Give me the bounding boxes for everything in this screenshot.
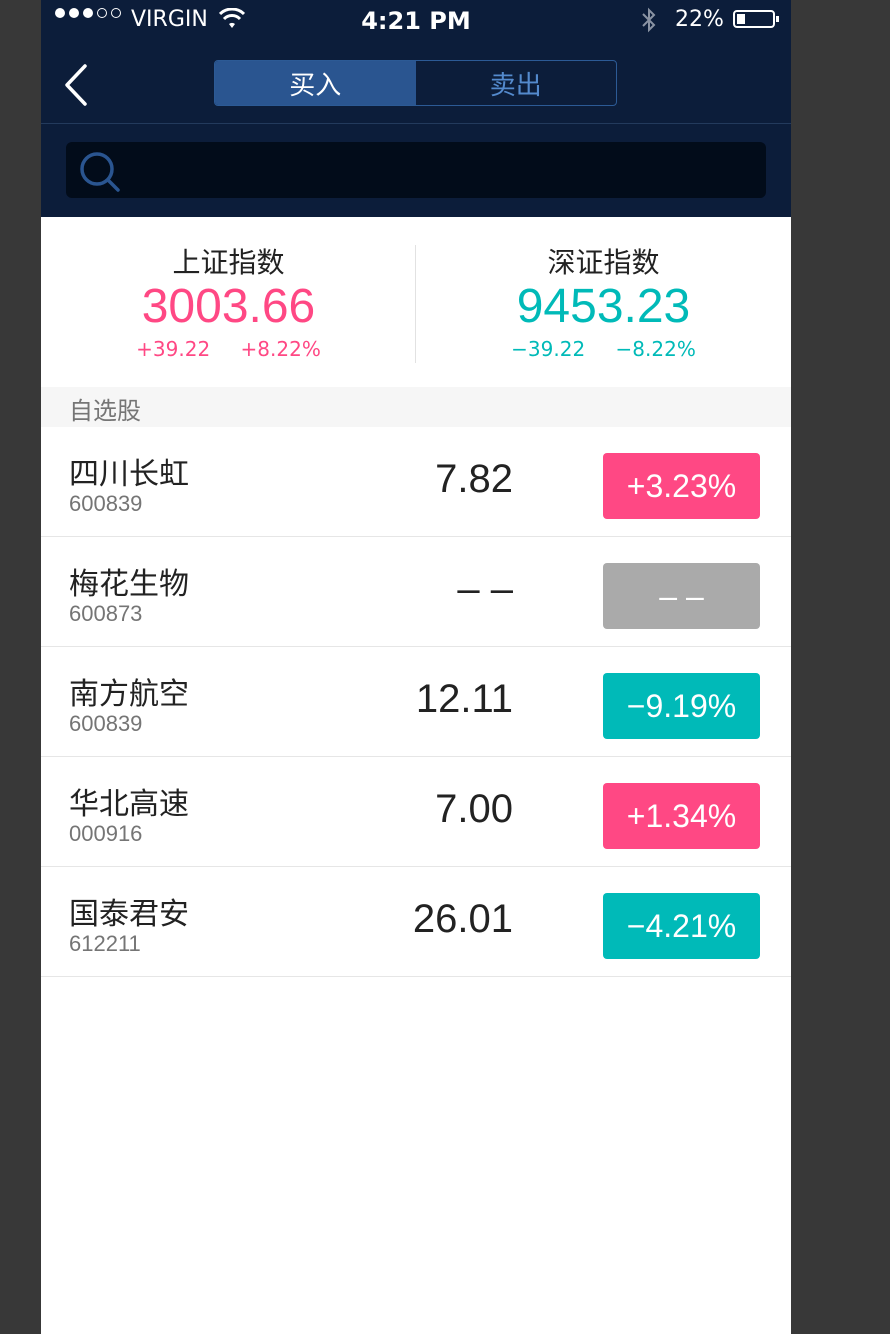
back-icon[interactable]: [59, 60, 99, 110]
battery-icon: [733, 10, 779, 28]
stock-code: 612211: [69, 931, 141, 956]
top-header: VIRGIN 4:21 PM 22% 买入 卖出: [41, 0, 791, 217]
index-percent: −8.22%: [615, 337, 696, 361]
stock-price: 26.01: [412, 897, 513, 941]
tab-buy[interactable]: 买入: [215, 61, 416, 105]
search-input[interactable]: [66, 142, 766, 198]
stock-code: 000916: [69, 821, 143, 846]
battery-percent: 22%: [675, 7, 724, 32]
change-badge[interactable]: −9.19%: [603, 673, 760, 739]
index-value: 9453.23: [516, 280, 691, 333]
watchlist-header: 自选股: [41, 387, 791, 427]
index-value: 3003.66: [141, 280, 316, 333]
stock-name: 梅花生物: [69, 567, 189, 602]
stock-code: 600839: [69, 491, 143, 516]
index-changes: −39.22 −8.22%: [416, 337, 791, 361]
stock-row[interactable]: 南方航空 600839 12.11 −9.19%: [41, 647, 791, 757]
status-bar: VIRGIN 4:21 PM 22%: [41, 0, 791, 40]
index-name: 上证指数: [172, 246, 285, 279]
change-badge[interactable]: +3.23%: [603, 453, 760, 519]
index-change: −39.22: [511, 337, 586, 361]
index-changes: +39.22 +8.22%: [41, 337, 416, 361]
index-change: +39.22: [136, 337, 211, 361]
bluetooth-icon: [642, 7, 656, 33]
phone-screen: VIRGIN 4:21 PM 22% 买入 卖出 上证指数 3003.66 +3…: [41, 0, 791, 1334]
header-divider: [41, 123, 791, 124]
stock-price: 12.11: [415, 677, 513, 721]
stock-row[interactable]: 梅花生物 600873 – – – –: [41, 537, 791, 647]
change-badge[interactable]: +1.34%: [603, 783, 760, 849]
change-badge[interactable]: −4.21%: [603, 893, 760, 959]
stock-name: 华北高速: [69, 787, 189, 822]
tab-sell[interactable]: 卖出: [416, 61, 617, 105]
stock-row[interactable]: 国泰君安 612211 26.01 −4.21%: [41, 867, 791, 977]
stock-price: – –: [457, 567, 513, 611]
stock-row[interactable]: 四川长虹 600839 7.82 +3.23%: [41, 427, 791, 537]
stock-code: 600873: [69, 601, 143, 626]
index-shanghai[interactable]: 上证指数 3003.66 +39.22 +8.22%: [41, 217, 416, 387]
stock-row[interactable]: 华北高速 000916 7.00 +1.34%: [41, 757, 791, 867]
change-badge[interactable]: – –: [603, 563, 760, 629]
stock-name: 南方航空: [69, 677, 189, 712]
index-percent: +8.22%: [240, 337, 321, 361]
stock-price: 7.00: [435, 787, 513, 831]
market-indices: 上证指数 3003.66 +39.22 +8.22% 深证指数 9453.23 …: [41, 217, 791, 387]
buy-sell-segment: 买入 卖出: [214, 60, 617, 106]
stock-name: 四川长虹: [69, 457, 189, 492]
search-icon: [80, 152, 120, 192]
stock-code: 600839: [69, 711, 143, 736]
index-name: 深证指数: [547, 246, 660, 279]
stock-name: 国泰君安: [69, 897, 189, 932]
stock-price: 7.82: [435, 457, 513, 501]
section-title: 自选股: [69, 397, 141, 425]
watchlist: 四川长虹 600839 7.82 +3.23% 梅花生物 600873 – – …: [41, 427, 791, 977]
index-shenzhen[interactable]: 深证指数 9453.23 −39.22 −8.22%: [416, 217, 791, 387]
